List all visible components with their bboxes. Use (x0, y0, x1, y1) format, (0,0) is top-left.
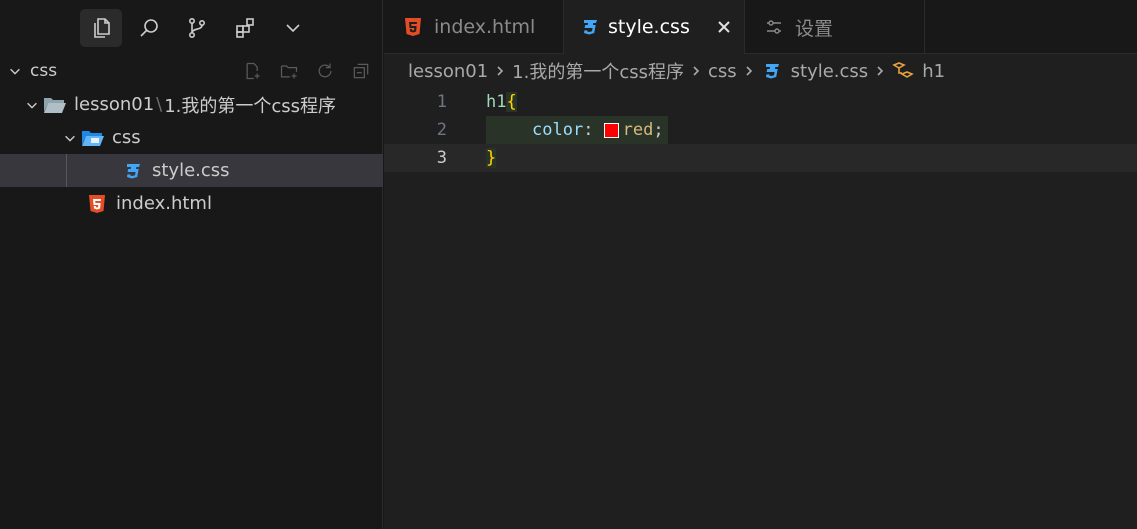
collapse-all-button[interactable] (347, 59, 375, 83)
breadcrumb-item[interactable]: lesson01 (408, 61, 488, 82)
css-brace: } (486, 148, 497, 168)
breadcrumb-item[interactable]: css (708, 61, 737, 82)
code-editor[interactable]: 1 h1{ 2 color: red; 3 } (384, 88, 1137, 172)
tree-item-suffix: 1.我的第一个css程序 (164, 95, 337, 117)
tab-settings[interactable]: 设置 (745, 0, 925, 54)
css3-icon (120, 160, 146, 182)
css3-icon (761, 61, 783, 81)
collapse-all-icon (353, 63, 369, 79)
search-icon (140, 19, 158, 37)
chevron-down-icon (60, 131, 80, 145)
section-title: css (30, 61, 58, 81)
explorer-icon (94, 18, 110, 38)
breadcrumb-item[interactable]: style.css (791, 61, 869, 82)
close-tab-button[interactable] (716, 19, 732, 35)
symbol-selector-icon (892, 61, 914, 81)
settings-icon (761, 18, 787, 36)
source-control-icon (189, 17, 206, 38)
tree-item-index-html[interactable]: index.html (0, 187, 383, 220)
css-colon: : (583, 120, 604, 140)
line-content: color: red; (486, 116, 668, 144)
chevron-right-icon (872, 63, 888, 79)
folder-open-icon (42, 94, 68, 116)
tree-item-lesson01[interactable]: lesson01 \ 1.我的第一个css程序 (0, 88, 383, 121)
explorer-section-header[interactable]: css (0, 56, 383, 86)
extensions-button[interactable] (224, 9, 266, 47)
breadcrumb: lesson01 1.我的第一个css程序 css style.css h1 (408, 56, 945, 86)
code-line: 1 h1{ (384, 88, 1137, 116)
new-file-button[interactable] (239, 59, 267, 83)
line-content: h1{ (486, 88, 517, 116)
chevron-right-icon (741, 63, 757, 79)
refresh-button[interactable] (311, 59, 339, 83)
explorer-actions (239, 59, 375, 83)
html5-icon (400, 17, 426, 37)
path-separator: \ (156, 94, 163, 115)
html5-icon (84, 193, 110, 215)
tree-item-label: lesson01 (74, 94, 155, 115)
source-control-button[interactable] (176, 9, 218, 47)
line-content: } (486, 144, 497, 172)
explorer-button[interactable] (80, 9, 122, 47)
chevron-down-icon (286, 24, 300, 33)
search-button[interactable] (128, 9, 170, 47)
line-number: 3 (436, 148, 447, 168)
line-number: 1 (436, 92, 447, 112)
code-line: 2 color: red; (384, 116, 1137, 144)
new-folder-icon (280, 65, 298, 79)
chevron-right-icon (688, 63, 704, 79)
indent-guide (66, 154, 67, 187)
css-semicolon: ; (653, 120, 664, 140)
tab-label: index.html (434, 16, 536, 38)
css3-icon (580, 17, 600, 37)
new-folder-button[interactable] (275, 59, 303, 83)
css-selector: h1 (486, 92, 507, 112)
tab-bar: index.html style.css 设置 (384, 0, 1137, 54)
code-line-current: 3 } (384, 144, 1137, 172)
close-icon (718, 21, 730, 33)
tab-label: 设置 (795, 17, 834, 40)
color-swatch[interactable] (603, 122, 619, 138)
tab-index-html[interactable]: index.html (384, 0, 564, 54)
tree-item-label: css (112, 127, 141, 148)
chevron-right-icon (492, 63, 508, 79)
tab-label: style.css (608, 16, 690, 38)
sidebar: css lesson01 \ 1.我的第一个css程序 css style.cs… (0, 0, 383, 529)
css-value: red (622, 120, 654, 140)
file-tree: lesson01 \ 1.我的第一个css程序 css style.css inde… (0, 88, 383, 220)
tab-style-css[interactable]: style.css (564, 0, 745, 54)
chevron-down-icon (22, 98, 42, 112)
breadcrumb-item[interactable]: 1.我的第一个css程序 (512, 58, 684, 84)
extensions-icon (236, 18, 254, 38)
editor-area: index.html style.css 设置 lesson01 1.我的第一个… (384, 0, 1137, 529)
line-number: 2 (436, 120, 447, 140)
refresh-icon (318, 63, 332, 78)
css-brace: { (506, 92, 517, 112)
tree-item-css-folder[interactable]: css (0, 121, 383, 154)
activity-bar (80, 8, 314, 48)
breadcrumb-item[interactable]: h1 (922, 61, 945, 82)
css-property: color (532, 120, 584, 140)
tree-item-label: style.css (152, 160, 230, 181)
new-file-icon (246, 62, 260, 80)
chevron-down-icon (0, 64, 30, 78)
more-views-button[interactable] (272, 9, 314, 47)
tree-item-label: index.html (116, 193, 212, 214)
css-folder-icon (80, 127, 106, 149)
tree-item-style-css[interactable]: style.css (0, 154, 383, 187)
